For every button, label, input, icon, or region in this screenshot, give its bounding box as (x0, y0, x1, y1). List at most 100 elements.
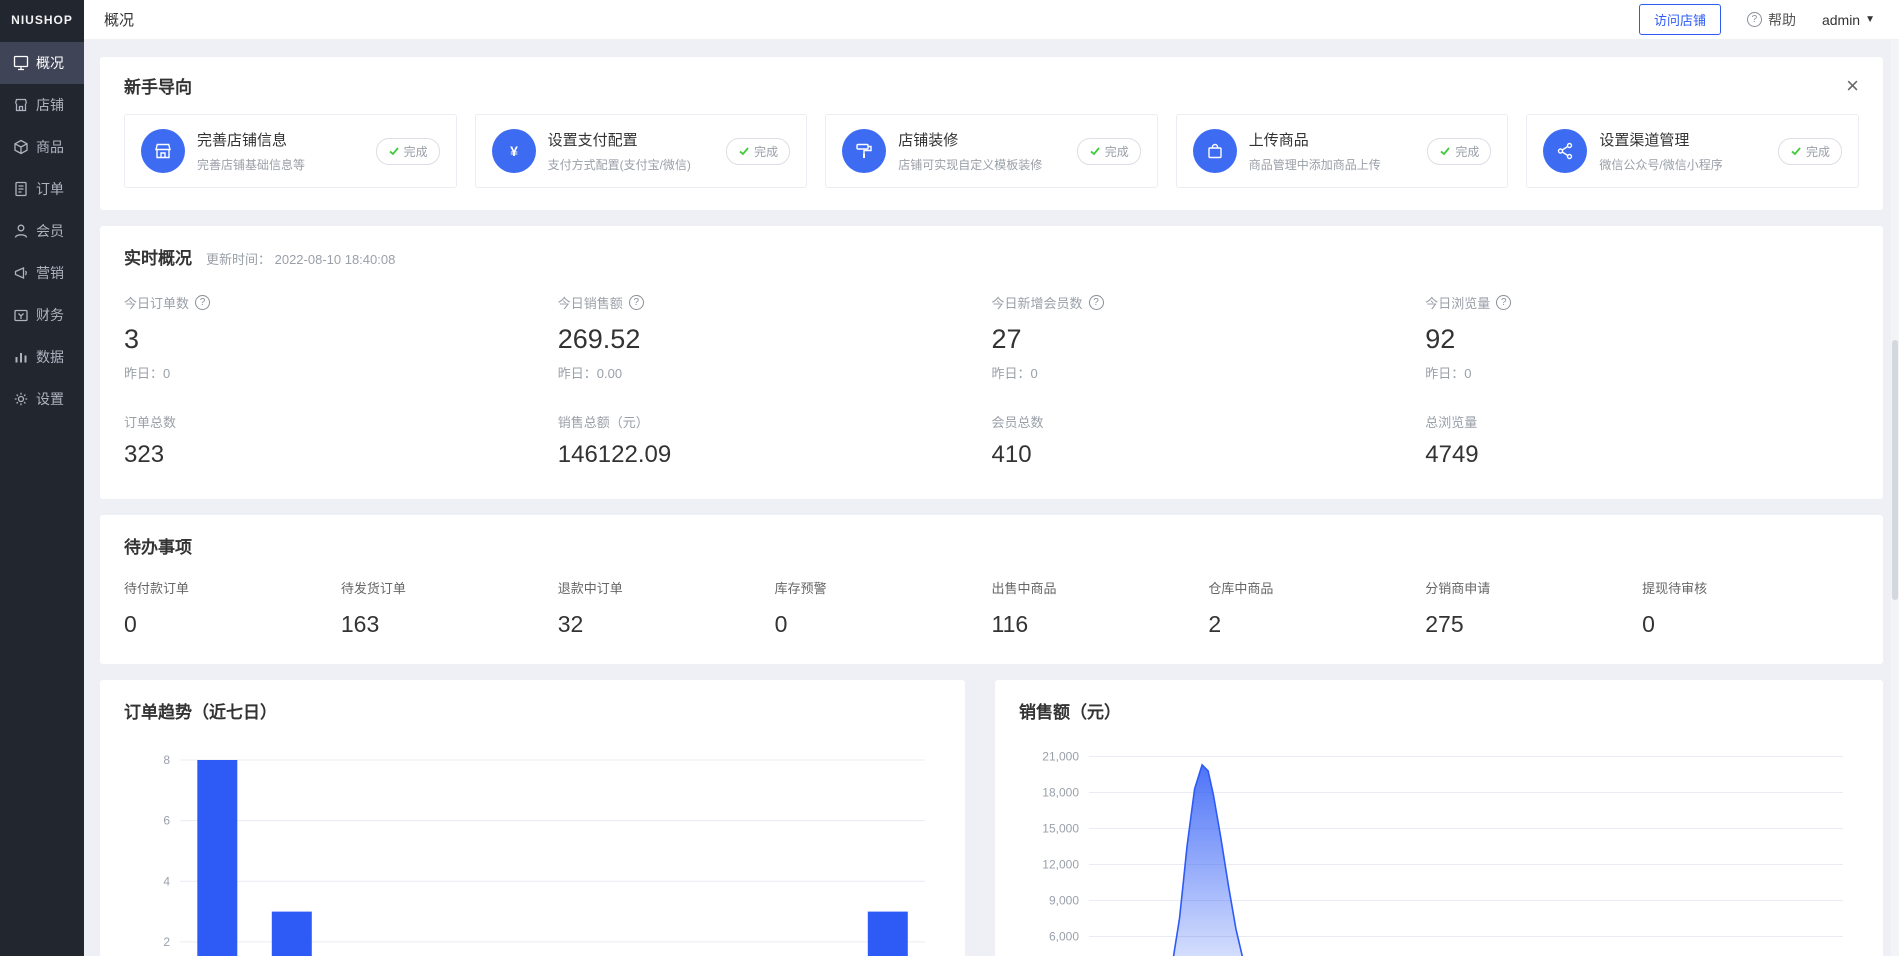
sidebar-item-goods[interactable]: 商品 (0, 126, 84, 168)
svg-text:6: 6 (163, 814, 170, 828)
stat-yesterday: 昨日：0 (1425, 363, 1859, 382)
guide-status-badge[interactable]: 完成 (376, 138, 440, 165)
sidebar-item-label: 订单 (36, 179, 64, 199)
app-logo: NIUSHOP (0, 0, 84, 40)
guide-item-desc: 店铺可实现自定义模板装修 (898, 156, 1065, 173)
stat-label: 今日浏览量 (1425, 293, 1490, 312)
guide-item-desc: 商品管理中添加商品上传 (1249, 156, 1416, 173)
scrollbar-thumb[interactable] (1892, 340, 1898, 600)
guide-item-upload-goods[interactable]: 上传商品 商品管理中添加商品上传 完成 (1176, 114, 1509, 188)
guide-status-label: 完成 (754, 143, 778, 160)
guide-status-badge[interactable]: 完成 (1077, 138, 1141, 165)
overview-icon (13, 55, 29, 71)
sidebar-item-label: 营销 (36, 263, 64, 283)
guide-item-title: 上传商品 (1249, 129, 1416, 150)
guide-row: 完善店铺信息 完善店铺基础信息等 完成 ¥ 设置支付配置 (124, 114, 1859, 188)
sidebar-item-finance[interactable]: 财务 (0, 294, 84, 336)
stat-new-members: 今日新增会员数 ? 27 昨日：0 会员总数 410 (992, 293, 1426, 469)
todo-item-on-sale[interactable]: 出售中商品 116 (992, 578, 1209, 638)
guide-item-channel[interactable]: 设置渠道管理 微信公众号/微信小程序 完成 (1526, 114, 1859, 188)
svg-text:21,000: 21,000 (1042, 750, 1079, 764)
sidebar-item-marketing[interactable]: 营销 (0, 252, 84, 294)
stat-label: 今日订单数 (124, 293, 189, 312)
user-dropdown[interactable]: admin ▼ (1822, 12, 1875, 28)
guide-item-desc: 微信公众号/微信小程序 (1599, 156, 1766, 173)
guide-card: 新手导向 × 完善店铺信息 完善店铺基础信息等 (100, 57, 1883, 210)
stat-yesterday: 昨日：0 (992, 363, 1426, 382)
sidebar-item-shop[interactable]: 店铺 (0, 84, 84, 126)
guide-item-decorate[interactable]: 店铺装修 店铺可实现自定义模板装修 完成 (825, 114, 1158, 188)
check-icon (738, 145, 750, 157)
guide-item-payment[interactable]: ¥ 设置支付配置 支付方式配置(支付宝/微信) 完成 (475, 114, 808, 188)
help-menu[interactable]: ? 帮助 (1747, 10, 1796, 30)
guide-item-store-info[interactable]: 完善店铺信息 完善店铺基础信息等 完成 (124, 114, 457, 188)
stat-total-value: 410 (992, 441, 1426, 469)
user-name: admin (1822, 12, 1860, 28)
stat-value: 3 (124, 324, 558, 355)
todo-item-distributor-apply[interactable]: 分销商申请 275 (1425, 578, 1642, 638)
todo-item-pending-payment[interactable]: 待付款订单 0 (124, 578, 341, 638)
todo-grid: 待付款订单 0 待发货订单 163 退款中订单 32 库存预警 0 (124, 578, 1859, 638)
realtime-card: 实时概况 更新时间： 2022-08-10 18:40:08 今日订单数 ? 3… (100, 226, 1883, 499)
topbar: 概况 访问店铺 ? 帮助 admin ▼ (84, 0, 1899, 40)
guide-item-title: 设置支付配置 (548, 129, 715, 150)
realtime-stats: 今日订单数 ? 3 昨日：0 订单总数 323 今日销售额 (124, 293, 1859, 469)
svg-text:8: 8 (163, 753, 170, 767)
guide-item-title: 店铺装修 (898, 129, 1065, 150)
stat-sales: 今日销售额 ? 269.52 昨日：0.00 销售总额（元） 146122.09 (558, 293, 992, 469)
guide-status-label: 完成 (1455, 143, 1479, 160)
sidebar-item-data[interactable]: 数据 (0, 336, 84, 378)
members-icon (13, 223, 29, 239)
data-icon (13, 349, 29, 365)
breadcrumb: 概况 (104, 9, 134, 30)
sales-chart-card: 销售额（元） 3,0006,0009,00012,00015,00018,000… (995, 680, 1883, 956)
goods-icon (13, 139, 29, 155)
store-icon (141, 129, 185, 173)
app-root: NIUSHOP 概况 店铺 商品 订单 会员 (0, 0, 1899, 956)
check-icon (388, 145, 400, 157)
question-icon[interactable]: ? (1089, 295, 1104, 310)
guide-item-desc: 支付方式配置(支付宝/微信) (548, 156, 715, 173)
stat-total-label: 会员总数 (992, 412, 1426, 431)
visit-shop-button[interactable]: 访问店铺 (1639, 4, 1721, 35)
stat-value: 27 (992, 324, 1426, 355)
guide-status-badge[interactable]: 完成 (726, 138, 790, 165)
check-icon (1089, 145, 1101, 157)
question-icon[interactable]: ? (629, 295, 644, 310)
close-icon[interactable]: × (1846, 75, 1859, 97)
sidebar-item-members[interactable]: 会员 (0, 210, 84, 252)
todo-item-in-warehouse[interactable]: 仓库中商品 2 (1208, 578, 1425, 638)
svg-text:12,000: 12,000 (1042, 858, 1079, 872)
sidebar-item-settings[interactable]: 设置 (0, 378, 84, 420)
sidebar-item-orders[interactable]: 订单 (0, 168, 84, 210)
marketing-icon (13, 265, 29, 281)
main-column: 概况 访问店铺 ? 帮助 admin ▼ 新手导向 × (84, 0, 1899, 956)
svg-text:15,000: 15,000 (1042, 822, 1079, 836)
question-icon[interactable]: ? (195, 295, 210, 310)
todo-item-pending-shipment[interactable]: 待发货订单 163 (341, 578, 558, 638)
sales-chart: 3,0006,0009,00012,00015,00018,00021,000 (1019, 731, 1859, 956)
todo-item-refunding[interactable]: 退款中订单 32 (558, 578, 775, 638)
stat-views: 今日浏览量 ? 92 昨日：0 总浏览量 4749 (1425, 293, 1859, 469)
sidebar-item-overview[interactable]: 概况 (0, 42, 84, 84)
guide-status-badge[interactable]: 完成 (1427, 138, 1491, 165)
svg-text:2: 2 (163, 935, 170, 949)
todo-item-stock-warning[interactable]: 库存预警 0 (775, 578, 992, 638)
todo-item-withdraw-review[interactable]: 提现待审核 0 (1642, 578, 1859, 638)
svg-text:6,000: 6,000 (1049, 930, 1079, 944)
stat-total-value: 4749 (1425, 441, 1859, 469)
scrollbar[interactable] (1891, 40, 1899, 956)
stat-total-label: 订单总数 (124, 412, 558, 431)
settings-icon (13, 391, 29, 407)
question-icon[interactable]: ? (1496, 295, 1511, 310)
stat-yesterday: 昨日：0.00 (558, 363, 992, 382)
guide-status-badge[interactable]: 完成 (1778, 138, 1842, 165)
check-icon (1439, 145, 1451, 157)
stat-value: 92 (1425, 324, 1859, 355)
sidebar-nav: 概况 店铺 商品 订单 会员 营销 (0, 40, 84, 420)
sidebar: NIUSHOP 概况 店铺 商品 订单 会员 (0, 0, 84, 956)
sidebar-item-label: 设置 (36, 389, 64, 409)
stat-yesterday: 昨日：0 (124, 363, 558, 382)
guide-item-desc: 完善店铺基础信息等 (197, 156, 364, 173)
upload-goods-icon (1193, 129, 1237, 173)
